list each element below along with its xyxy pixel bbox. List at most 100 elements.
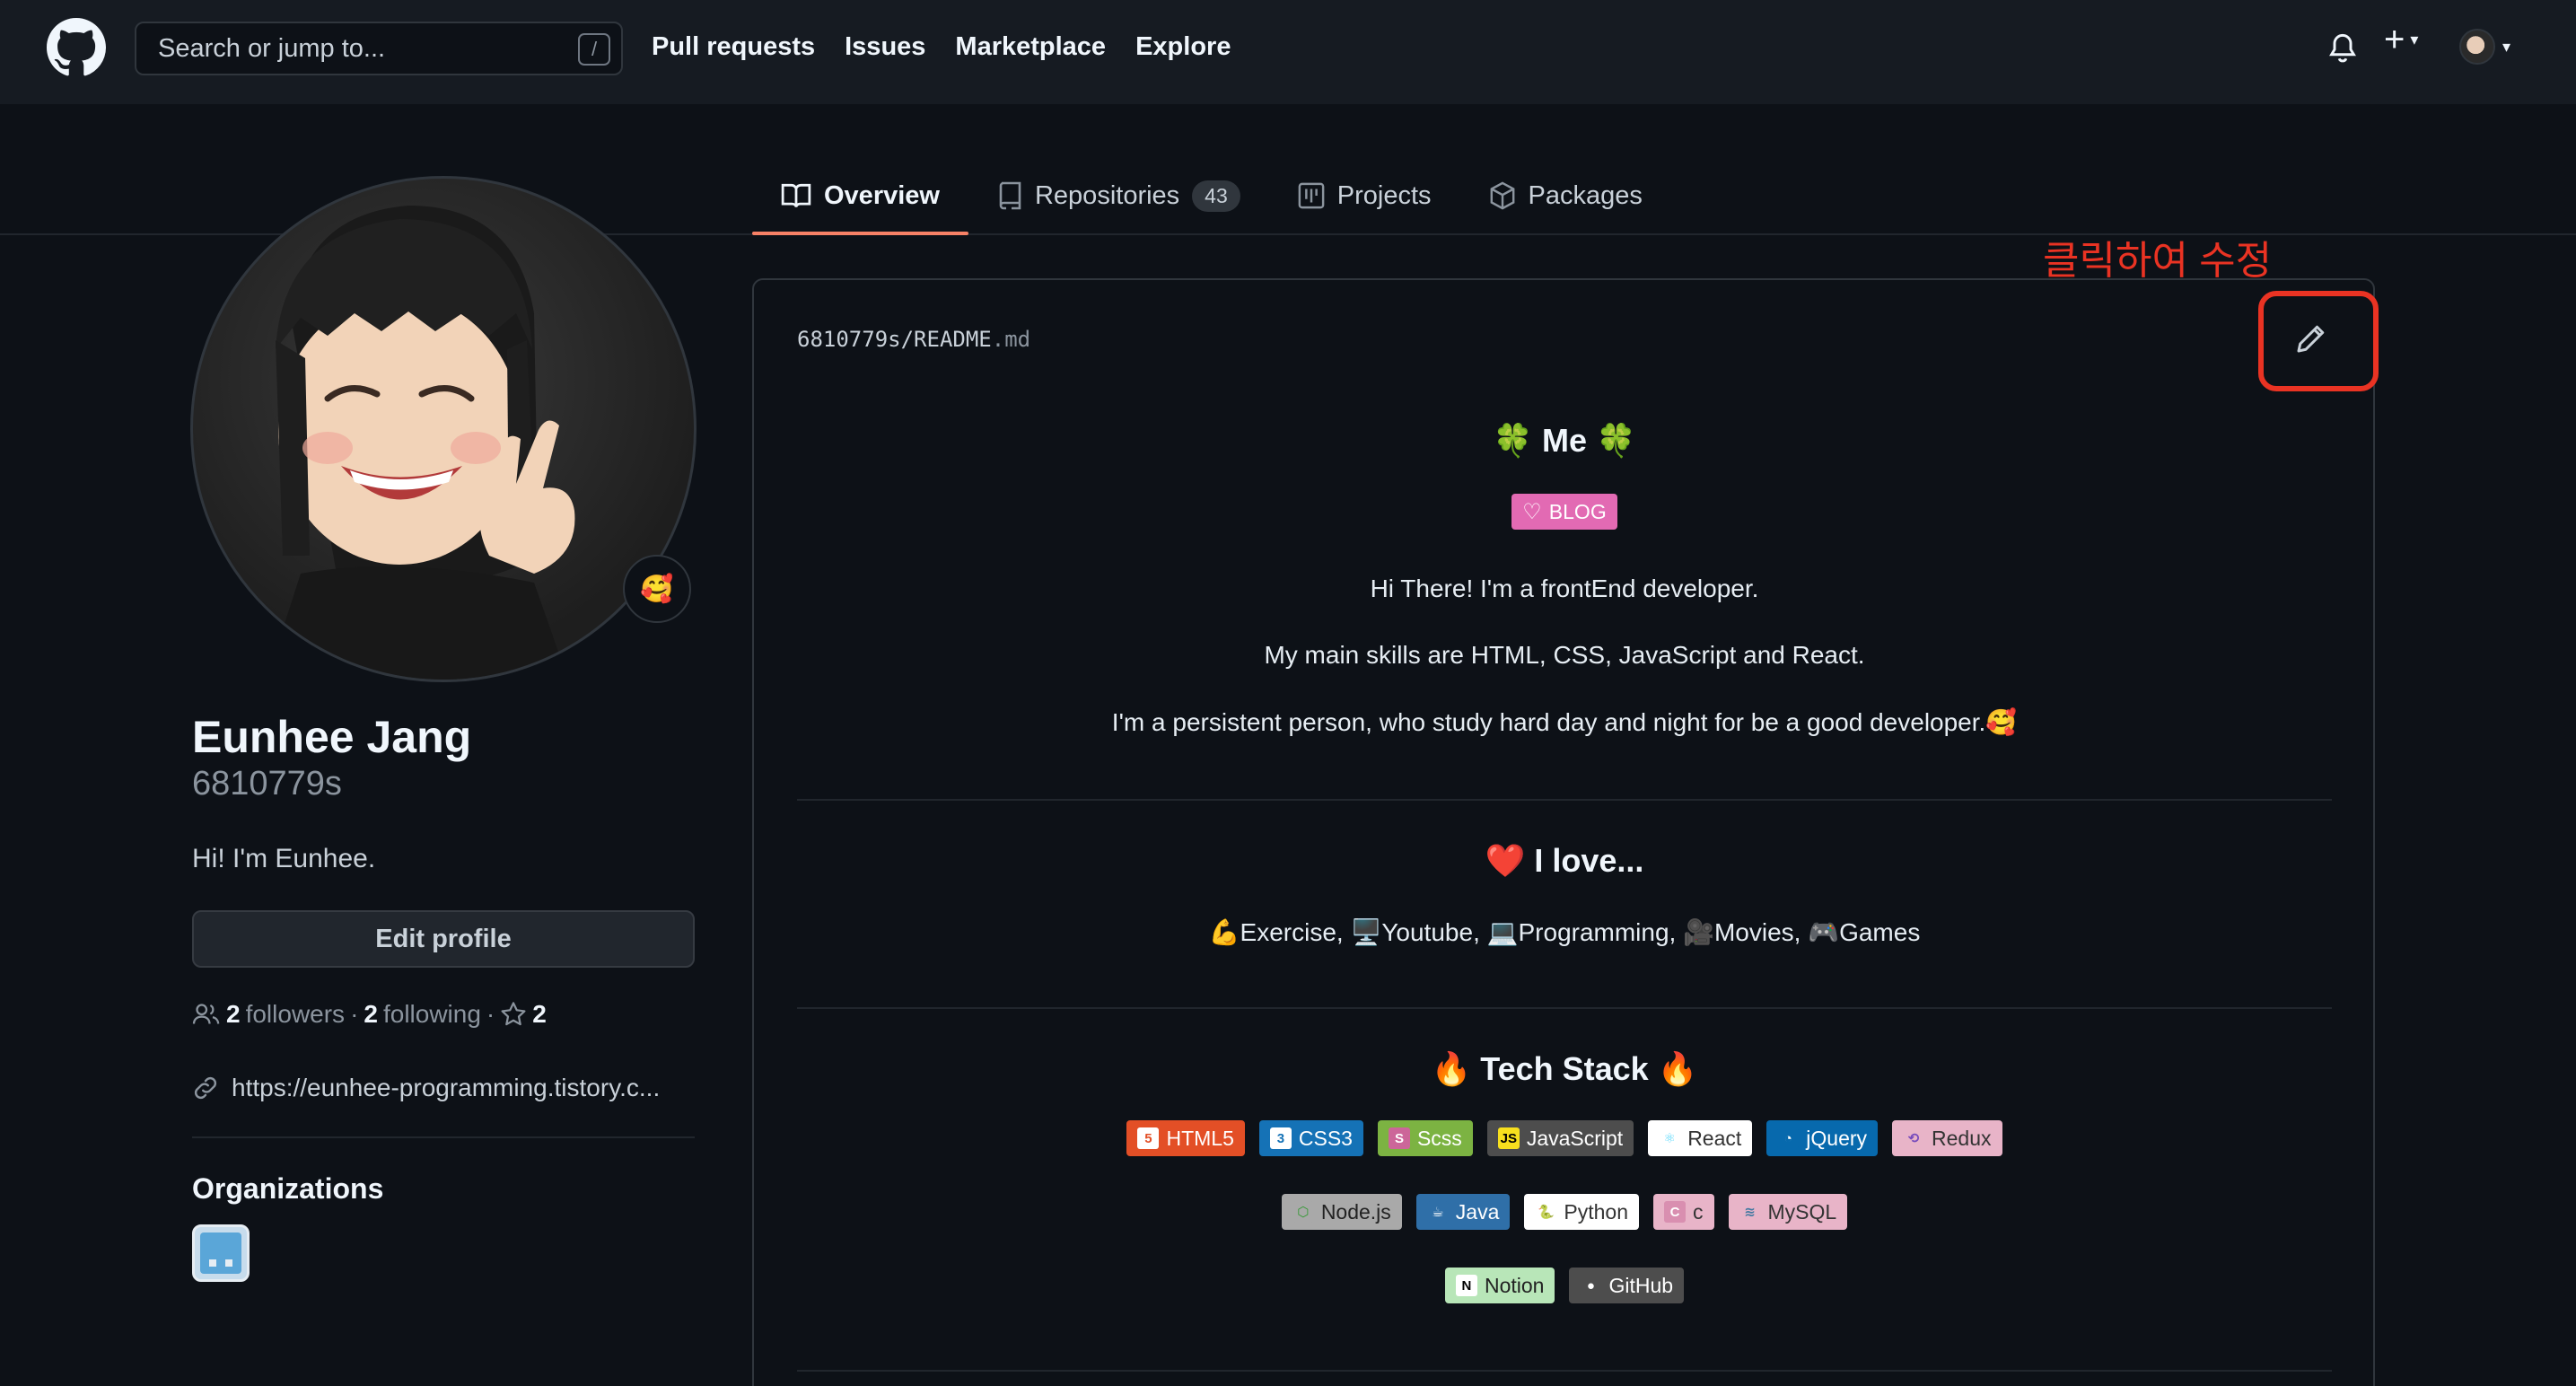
- nav-issues[interactable]: Issues: [845, 32, 925, 62]
- tab-label: Projects: [1336, 180, 1432, 210]
- tech-badge-scss[interactable]: S Scss: [1377, 1120, 1473, 1156]
- tech-badge-label: c: [1693, 1199, 1704, 1224]
- readme-path: 6810779s/README.md: [797, 327, 1030, 352]
- tab-packages[interactable]: Packages: [1460, 158, 1671, 233]
- tech-badge-label: React: [1687, 1126, 1742, 1150]
- user-menu-dropdown[interactable]: ▾: [2459, 29, 2510, 65]
- tab-overview[interactable]: Overview: [752, 158, 968, 235]
- separator-dot: ·: [486, 1000, 495, 1028]
- tech-badge-label: jQuery: [1806, 1126, 1868, 1150]
- tech-badges-row-3: N Notion ● GitHub: [797, 1268, 2332, 1303]
- notifications-bell-icon[interactable]: [2326, 31, 2359, 66]
- readme-path-file[interactable]: README: [914, 327, 992, 352]
- website-link[interactable]: https://eunhee-programming.tistory.c...: [232, 1074, 660, 1102]
- plus-icon: +: [2384, 20, 2405, 59]
- tab-label: Overview: [824, 180, 940, 210]
- tech-badge-label: HTML5: [1166, 1126, 1234, 1150]
- github-logo-icon[interactable]: [47, 18, 106, 77]
- nav-marketplace[interactable]: Marketplace: [955, 32, 1106, 62]
- project-icon: [1298, 182, 1325, 209]
- react-icon: ⚛: [1659, 1127, 1681, 1149]
- css3-icon: 3: [1269, 1127, 1292, 1149]
- readme-path-user[interactable]: 6810779s: [797, 327, 901, 352]
- tab-repositories[interactable]: Repositories 43: [968, 158, 1269, 233]
- love-list: 💪Exercise, 🖥️Youtube, 💻Programming, 🎥Mov…: [1208, 918, 1921, 946]
- stars-count[interactable]: 2: [532, 1000, 547, 1029]
- java-icon: ☕: [1426, 1201, 1449, 1223]
- tech-badge-python[interactable]: 🐍 Python: [1524, 1194, 1639, 1230]
- star-icon: [501, 1002, 526, 1026]
- follow-stats: 2 followers · 2 following · 2: [192, 1000, 547, 1029]
- blog-badge[interactable]: ♡ BLOG: [1511, 494, 1617, 530]
- github-icon: ●: [1580, 1275, 1602, 1296]
- nav-explore[interactable]: Explore: [1135, 32, 1231, 62]
- mysql-icon: ≋: [1739, 1201, 1761, 1223]
- tech-badge-html5[interactable]: 5 HTML5: [1126, 1120, 1245, 1156]
- caret-down-icon: ▾: [2502, 37, 2511, 56]
- separator-dot: ·: [350, 1000, 359, 1028]
- tech-badge-label: Redux: [1932, 1126, 1992, 1150]
- annotation-label: 클릭하여 수정: [2043, 239, 2273, 283]
- tech-badge-java[interactable]: ☕ Java: [1415, 1194, 1511, 1230]
- following-link[interactable]: following: [383, 1000, 481, 1029]
- organization-avatar[interactable]: [192, 1224, 250, 1282]
- tech-badge-react[interactable]: ⚛ React: [1648, 1120, 1753, 1156]
- profile-website: https://eunhee-programming.tistory.c...: [192, 1074, 660, 1102]
- tech-badge-mysql[interactable]: ≋ MySQL: [1728, 1194, 1848, 1230]
- link-icon: [194, 1076, 217, 1100]
- html5-icon: 5: [1137, 1127, 1160, 1149]
- notion-icon: N: [1455, 1275, 1477, 1296]
- edit-profile-button[interactable]: Edit profile: [192, 910, 695, 968]
- node-js-icon: ⬡: [1292, 1201, 1314, 1223]
- edit-pencil-icon[interactable]: [2292, 321, 2328, 357]
- profile-username: 6810779s: [192, 765, 342, 803]
- top-header: Search or jump to... / Pull requests Iss…: [0, 0, 2576, 104]
- tech-badge-javascript[interactable]: JS JavaScript: [1486, 1120, 1634, 1156]
- tech-badge-github[interactable]: ● GitHub: [1569, 1268, 1685, 1303]
- intro-line-2: My main skills are HTML, CSS, JavaScript…: [1264, 641, 1865, 669]
- readme-divider: [797, 1007, 2332, 1009]
- profile-bio: Hi! I'm Eunhee.: [192, 844, 376, 873]
- tech-badge-label: JavaScript: [1526, 1126, 1624, 1150]
- search-input[interactable]: Search or jump to... /: [135, 22, 623, 75]
- jquery-icon: ◔: [1777, 1127, 1800, 1149]
- heart-outline-icon: ♡: [1522, 499, 1542, 524]
- intro-line-1: Hi There! I'm a frontEnd developer.: [1370, 575, 1759, 602]
- python-icon: 🐍: [1535, 1201, 1557, 1223]
- profile-tabs: Overview Repositories 43 Projects Packag…: [752, 158, 1671, 235]
- repo-icon: [999, 181, 1021, 210]
- path-separator: /: [900, 327, 915, 352]
- c-icon: C: [1664, 1201, 1686, 1223]
- blog-badge-row: ♡ BLOG: [797, 494, 2332, 530]
- tech-badge-jquery[interactable]: ◔ jQuery: [1766, 1120, 1879, 1156]
- nav-pull-requests[interactable]: Pull requests: [652, 32, 815, 62]
- memoji-illustration: [266, 206, 575, 680]
- tech-badge-label: Scss: [1416, 1126, 1462, 1150]
- tech-badge-label: Java: [1455, 1199, 1500, 1224]
- global-nav: Pull requests Issues Marketplace Explore: [652, 32, 1231, 62]
- intro-line-3: I'm a persistent person, who study hard …: [1111, 708, 2018, 736]
- love-heading: ❤️ I love...: [1485, 842, 1644, 879]
- search-shortcut-key: /: [578, 33, 610, 66]
- tech-badge-label: CSS3: [1298, 1126, 1353, 1150]
- tech-badge-css3[interactable]: 3 CSS3: [1258, 1120, 1363, 1156]
- following-count[interactable]: 2: [364, 1000, 378, 1029]
- me-heading: 🍀 Me 🍀: [1493, 422, 1636, 459]
- tech-badge-label: Notion: [1484, 1273, 1545, 1297]
- tech-badge-redux[interactable]: ⟲ Redux: [1892, 1120, 2002, 1156]
- followers-count[interactable]: 2: [226, 1000, 241, 1029]
- tech-badge-notion[interactable]: N Notion: [1444, 1268, 1555, 1303]
- create-new-dropdown[interactable]: + ▾: [2384, 20, 2418, 60]
- tech-badge-label: Node.js: [1320, 1199, 1391, 1224]
- followers-link[interactable]: followers: [246, 1000, 345, 1029]
- tech-badge-node-js[interactable]: ⬡ Node.js: [1281, 1194, 1402, 1230]
- tech-badges-row-1: 5 HTML5 3 CSS3 S Scss JS JavaScript ⚛ React ◔ jQuer…: [797, 1120, 2332, 1156]
- status-emoji-button[interactable]: 🥰: [623, 555, 691, 623]
- tech-badge-c[interactable]: Cc: [1653, 1194, 1714, 1230]
- redux-icon: ⟲: [1903, 1127, 1925, 1149]
- tech-badge-label: GitHub: [1608, 1273, 1674, 1297]
- readme-divider: [797, 1370, 2332, 1372]
- profile-avatar[interactable]: [190, 176, 697, 682]
- tech-stack-heading: 🔥 Tech Stack 🔥: [1431, 1050, 1698, 1087]
- tab-projects[interactable]: Projects: [1269, 158, 1460, 233]
